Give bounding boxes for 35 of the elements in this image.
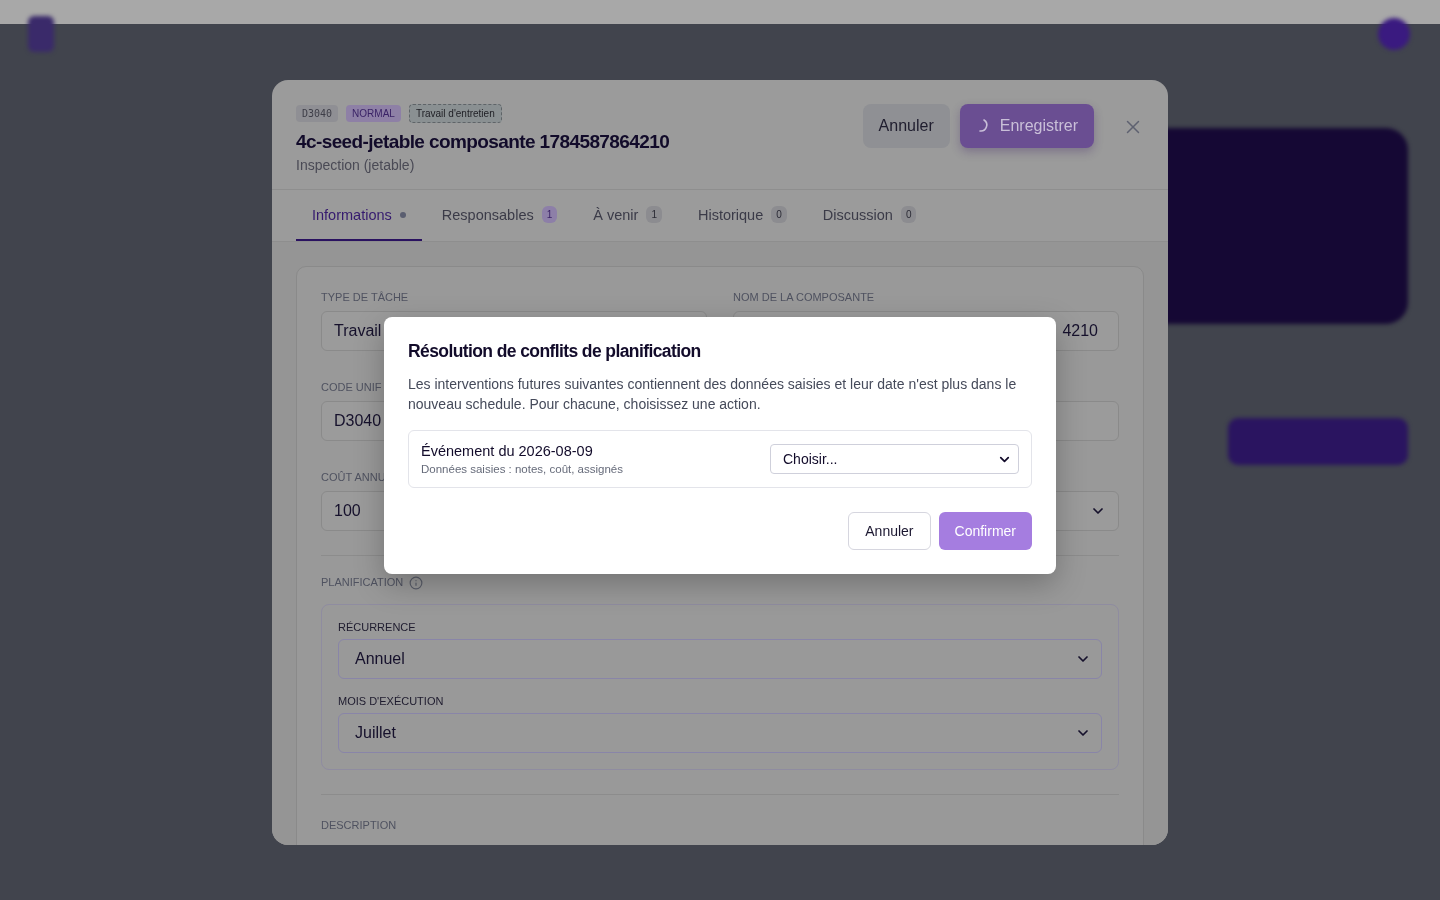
dialog-text: Les interventions futures suivantes contiennent des données saisies et leur date n'est plus dans le nouveau schedule. Pour chacune, choisissez une action. (408, 375, 1018, 414)
select-field[interactable]: Juillet (338, 713, 1102, 753)
field-label: TYPE DE TÂCHE (321, 291, 409, 305)
field-label: NOM DE LA COMPOSANTE (733, 291, 875, 305)
tab[interactable]: Discussion 0 (806, 190, 933, 241)
task-title: 4c-seed-jetable composante 1784587864210 (296, 131, 670, 153)
count-badge: 1 (541, 206, 558, 223)
cancel-button[interactable]: Annuler (862, 104, 950, 148)
tab[interactable]: Historique 0 (681, 190, 803, 241)
info-icon (409, 576, 424, 590)
dialog-title: Résolution de conflits de planification (408, 341, 702, 362)
avatar[interactable] (1378, 18, 1410, 50)
action-button[interactable] (1228, 418, 1408, 465)
section-label: DESCRIPTION (321, 819, 397, 831)
select-field[interactable]: Annuel (338, 639, 1102, 679)
tag-badge: D3040 (296, 105, 339, 122)
tag-badge: NORMAL (346, 105, 401, 122)
field-label: MOIS D'EXÉCUTION (338, 695, 444, 707)
logo-icon (28, 16, 54, 52)
event-detail: Données saisies : notes, coût, assignés (421, 463, 623, 475)
field-label: CODE UNIF (321, 381, 382, 395)
tab[interactable]: À venir 1 (577, 190, 678, 241)
field-label: RÉCURRENCE (338, 621, 416, 633)
save-button[interactable]: Enregistrer (959, 104, 1094, 148)
event-title: Événement du 2026-08-09 (421, 443, 594, 459)
section-label: PLANIFICATION (321, 576, 404, 590)
tag-badge: Travail d'entretien (408, 104, 502, 123)
count-badge: 0 (900, 206, 917, 223)
action-select[interactable]: Choisir... (770, 444, 1019, 474)
cancel-button[interactable]: Annuler (848, 512, 931, 550)
tab[interactable]: Responsables 1 (425, 190, 574, 241)
task-subtitle: Inspection (jetable) (296, 157, 416, 173)
count-badge: 0 (771, 206, 787, 223)
count-badge: 1 (646, 206, 662, 223)
confirm-button[interactable]: Confirmer (938, 512, 1032, 550)
